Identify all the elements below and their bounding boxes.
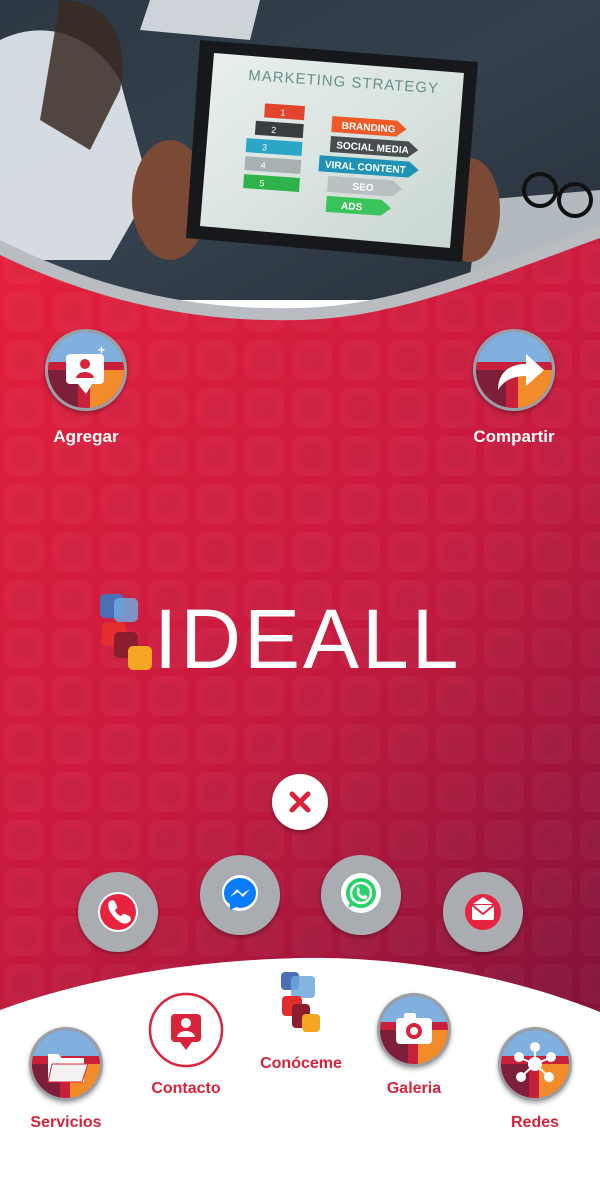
tablet: MARKETING STRATEGY 1 BRANDING 2 SOCIAL M… xyxy=(186,40,478,262)
hero-photo: MARKETING STRATEGY 1 BRANDING 2 SOCIAL M… xyxy=(0,0,600,300)
svg-text:+: + xyxy=(98,343,105,357)
nav-services[interactable] xyxy=(29,1027,103,1101)
whatsapp-button[interactable] xyxy=(321,855,401,935)
brand-logo: IDEALL xyxy=(100,592,462,686)
add-contact-label: Agregar xyxy=(53,427,119,446)
add-contact-button[interactable]: + xyxy=(45,329,127,411)
step-5-label: ADS xyxy=(341,201,363,213)
step-1-number: 1 xyxy=(280,107,286,117)
nav-about-label: Conóceme xyxy=(260,1055,342,1072)
close-menu-button[interactable] xyxy=(272,774,328,830)
nav-contact-label: Contacto xyxy=(151,1080,221,1097)
email-button[interactable] xyxy=(443,872,523,952)
whatsapp-icon xyxy=(346,878,376,908)
step-5-number: 5 xyxy=(259,178,265,188)
step-2-number: 2 xyxy=(271,125,277,135)
messenger-button[interactable] xyxy=(200,855,280,935)
share-button[interactable] xyxy=(473,329,555,411)
phone-button[interactable] xyxy=(78,872,158,952)
step-4-label: SEO xyxy=(352,182,374,194)
brand-name: IDEALL xyxy=(154,592,462,686)
nav-gallery[interactable] xyxy=(377,993,451,1067)
nav-services-label: Servicios xyxy=(30,1114,101,1131)
screen-canvas: MARKETING STRATEGY 1 BRANDING 2 SOCIAL M… xyxy=(0,0,600,1200)
nav-social[interactable] xyxy=(498,1027,572,1101)
step-4-number: 4 xyxy=(260,160,266,170)
nav-contact[interactable] xyxy=(148,992,224,1068)
nav-social-label: Redes xyxy=(511,1114,559,1131)
step-3-number: 3 xyxy=(262,142,268,152)
share-label: Compartir xyxy=(473,427,555,446)
folder-icon xyxy=(47,1054,89,1083)
app-screen: MARKETING STRATEGY 1 BRANDING 2 SOCIAL M… xyxy=(0,0,600,1200)
nav-gallery-label: Galeria xyxy=(387,1080,441,1097)
